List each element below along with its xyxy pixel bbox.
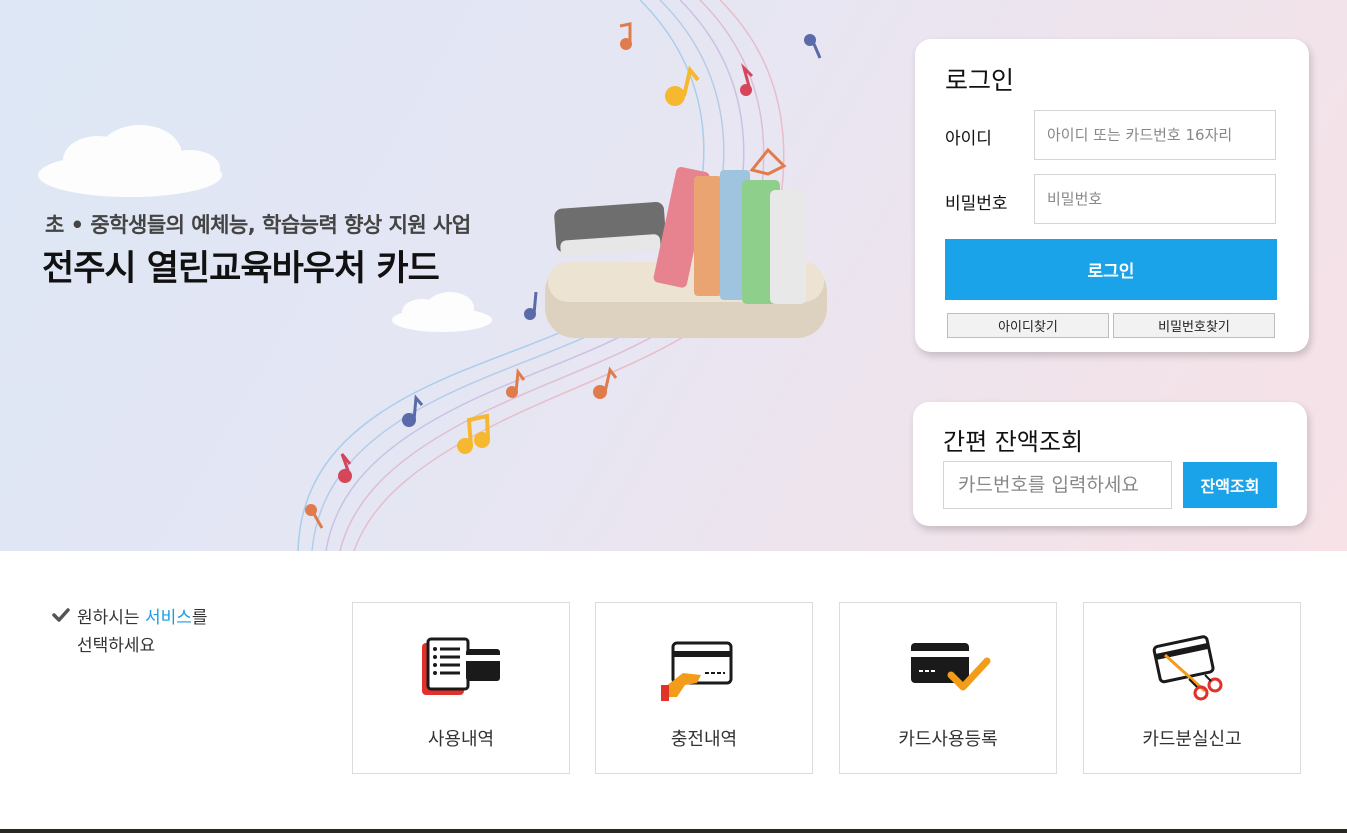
find-password-button[interactable]: 비밀번호찾기 — [1113, 313, 1275, 338]
hero-banner: 초 • 중학생들의 예체능, 학습능력 향상 지원 사업 전주시 열린교육바우처… — [0, 0, 1347, 551]
prompt-prefix: 원하시는 — [77, 608, 145, 628]
service-card-register[interactable]: 카드사용등록 — [839, 602, 1057, 774]
service-charge-history[interactable]: 충전내역 — [595, 602, 813, 774]
find-id-button[interactable]: 아이디찾기 — [947, 313, 1109, 338]
card-lost-report-icon — [1152, 635, 1223, 701]
check-icon — [52, 608, 70, 622]
login-panel: 로그인 아이디 비밀번호 로그인 아이디찾기 비밀번호찾기 — [915, 39, 1309, 352]
password-label: 비밀번호 — [945, 194, 1008, 214]
password-input[interactable] — [1034, 174, 1276, 224]
hero-subtitle: 초 • 중학생들의 예체능, 학습능력 향상 지원 사업 — [45, 213, 471, 237]
service-prompt-line2: 선택하세요 — [77, 636, 156, 656]
books-icon — [545, 166, 827, 338]
hero-title: 전주시 열린교육바우처 카드 — [42, 249, 440, 289]
charge-history-icon — [661, 641, 733, 701]
cloud-icon — [392, 292, 492, 332]
id-input[interactable] — [1034, 110, 1276, 160]
service-label: 사용내역 — [427, 729, 495, 750]
card-number-input[interactable] — [943, 461, 1172, 509]
id-label: 아이디 — [945, 129, 992, 149]
usage-history-icon — [422, 637, 500, 695]
service-label: 충전내역 — [670, 729, 738, 750]
service-prompt-line1: 원하시는 서비스를 — [77, 604, 208, 632]
prompt-suffix: 를 — [191, 608, 208, 628]
balance-title: 간편 잔액조회 — [943, 428, 1084, 456]
cloud-icon — [38, 125, 222, 197]
card-register-icon — [911, 643, 991, 691]
service-usage-history[interactable]: 사용내역 — [352, 602, 570, 774]
service-card-lost-report[interactable]: 카드분실신고 — [1083, 602, 1301, 774]
service-prompt: 원하시는 서비스를 선택하세요 — [52, 604, 208, 660]
balance-panel: 간편 잔액조회 잔액조회 — [913, 402, 1307, 526]
service-label: 카드분실신고 — [1142, 729, 1242, 750]
balance-check-button[interactable]: 잔액조회 — [1183, 462, 1277, 508]
login-title: 로그인 — [945, 66, 1015, 95]
footer-divider — [0, 829, 1347, 833]
login-button[interactable]: 로그인 — [945, 239, 1277, 300]
service-label: 카드사용등록 — [898, 729, 998, 750]
prompt-highlight: 서비스 — [144, 608, 192, 628]
